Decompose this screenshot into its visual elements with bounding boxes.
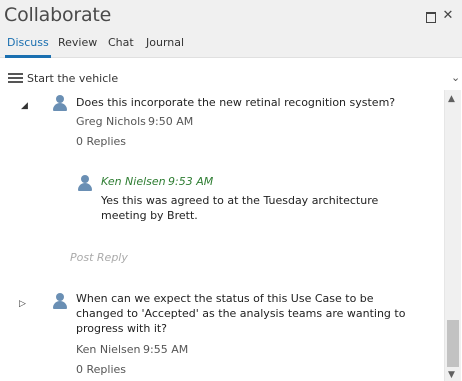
close-icon[interactable]: ✕ (441, 9, 455, 23)
window-title: Collaborate (4, 4, 112, 26)
replies-link[interactable]: 0 Replies (76, 363, 126, 376)
active-tab-indicator (5, 55, 51, 58)
tab-review[interactable]: Review (58, 36, 97, 49)
tab-discuss[interactable]: Discuss (7, 36, 49, 49)
user-icon (78, 175, 92, 191)
post-text: changed to 'Accepted' as the analysis te… (76, 307, 406, 320)
chevron-down-icon[interactable]: ⌄ (451, 71, 460, 84)
post-reply-input[interactable]: Post Reply (70, 251, 128, 264)
user-icon (53, 293, 67, 309)
tab-bar: Discuss Review Chat Journal (0, 30, 462, 58)
vertical-scrollbar[interactable]: ▲ ▼ (444, 90, 461, 381)
tab-chat[interactable]: Chat (108, 36, 134, 49)
post-time: 9:50 AM (148, 115, 194, 128)
reply-text: meeting by Brett. (101, 209, 198, 222)
hamburger-menu-icon[interactable] (8, 73, 23, 83)
title-bar: Collaborate ✕ (0, 0, 462, 30)
topic-toolbar: Start the vehicle ⌄ (0, 68, 462, 88)
scroll-down-icon[interactable]: ▼ (448, 370, 455, 380)
post-text: When can we expect the status of this Us… (76, 292, 374, 305)
tab-journal[interactable]: Journal (146, 36, 184, 49)
scrollbar-thumb[interactable] (447, 320, 459, 367)
post-author: Ken Nielsen (76, 343, 141, 356)
user-icon (53, 95, 67, 111)
post-author: Greg Nichols (76, 115, 146, 128)
expand-triangle-icon[interactable]: ▷ (19, 299, 26, 309)
reply-time: 9:53 AM (168, 175, 214, 188)
collapse-triangle-icon[interactable]: ◢ (21, 101, 28, 111)
discussion-list: ◢ Does this incorporate the new retinal … (0, 90, 444, 381)
topic-label[interactable]: Start the vehicle (27, 72, 118, 85)
reply-text: Yes this was agreed to at the Tuesday ar… (101, 194, 379, 207)
reply-author: Ken Nielsen (101, 175, 166, 188)
post-text: Does this incorporate the new retinal re… (76, 96, 396, 109)
scroll-up-icon[interactable]: ▲ (448, 94, 455, 104)
post-text: progress with it? (76, 322, 168, 335)
post-time: 9:55 AM (143, 343, 189, 356)
replies-link[interactable]: 0 Replies (76, 135, 126, 148)
maximize-icon[interactable] (423, 9, 437, 23)
